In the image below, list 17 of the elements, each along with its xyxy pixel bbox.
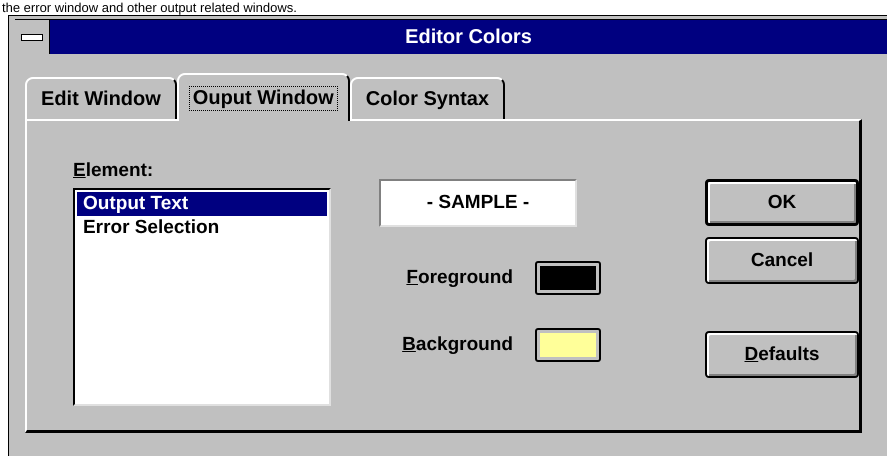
dialog-button[interactable]: Cancel	[705, 237, 859, 284]
tab[interactable]: Ouput Window	[176, 73, 350, 121]
list-item[interactable]: Error Selection	[77, 216, 327, 240]
minus-icon	[21, 34, 43, 40]
window-title: Editor Colors	[404, 26, 533, 48]
tab[interactable]: Color Syntax	[350, 77, 506, 119]
tab[interactable]: Edit Window	[25, 77, 177, 119]
dialog-button[interactable]: OK	[705, 179, 859, 226]
color-swatch-button[interactable]	[535, 261, 601, 295]
sample-preview: - SAMPLE -	[379, 179, 577, 227]
color-swatch-button[interactable]	[535, 328, 601, 362]
list-item[interactable]: Output Text	[77, 192, 327, 216]
caption-text: the error window and other output related windows.	[1, 0, 298, 15]
dialog-button[interactable]: Defaults	[705, 331, 859, 378]
element-label: Element:	[73, 160, 154, 182]
color-label: Background	[402, 334, 513, 356]
color-label: Foreground	[406, 267, 513, 289]
